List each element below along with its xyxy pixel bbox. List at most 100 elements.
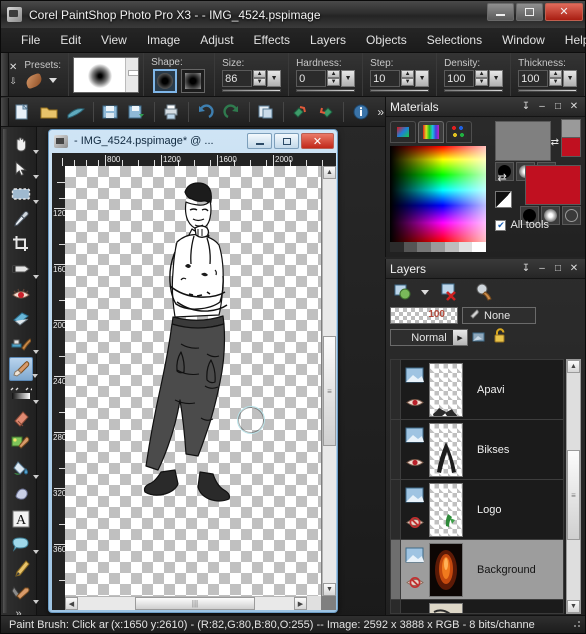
- layers-minimize-icon[interactable]: –: [535, 262, 549, 276]
- options-drag-grip[interactable]: [1, 53, 9, 96]
- straighten-flyout-icon[interactable]: [33, 275, 39, 279]
- menu-image[interactable]: Image: [137, 30, 190, 50]
- redo-button[interactable]: [220, 100, 245, 124]
- size-up-icon[interactable]: ▲: [253, 70, 267, 78]
- layer-visibility-icon[interactable]: [405, 456, 425, 472]
- document-minimize-button[interactable]: [247, 133, 272, 149]
- layer-visibility-icon[interactable]: [405, 396, 425, 412]
- duplicate-button[interactable]: [254, 100, 279, 124]
- hardness-slider-popup-icon[interactable]: ▼: [341, 69, 356, 87]
- minimize-button[interactable]: [487, 3, 514, 21]
- materials-minimize-icon[interactable]: –: [535, 100, 549, 114]
- save-button[interactable]: [98, 100, 123, 124]
- document-maximize-button[interactable]: [274, 133, 299, 149]
- table-row[interactable]: [391, 600, 563, 613]
- step-spinner[interactable]: ▲ ▼: [401, 70, 415, 86]
- hardness-up-icon[interactable]: ▲: [327, 70, 341, 78]
- options-close-icon[interactable]: ✕: [9, 62, 17, 73]
- selection-flyout-icon[interactable]: [33, 200, 39, 204]
- image-info-button[interactable]: [348, 100, 373, 124]
- layer-scroll-thumb[interactable]: ≡: [567, 450, 580, 540]
- gradient-flyout-icon[interactable]: [33, 400, 39, 404]
- scroll-up-button[interactable]: ▲: [323, 166, 336, 179]
- shape-round-button[interactable]: [153, 68, 178, 93]
- vertical-scroll-thumb[interactable]: ≡: [323, 336, 336, 446]
- menu-file[interactable]: File: [11, 30, 50, 50]
- pan-flyout-icon[interactable]: [33, 150, 39, 154]
- delete-layer-button[interactable]: [437, 281, 463, 303]
- close-button[interactable]: ✕: [545, 3, 583, 21]
- layer-blend-mode-select[interactable]: Normal ▶: [390, 329, 468, 346]
- save-as-button[interactable]: [125, 100, 150, 124]
- density-up-icon[interactable]: ▲: [475, 70, 489, 78]
- print-button[interactable]: [159, 100, 184, 124]
- layer-list[interactable]: Apavi Bikses Logo Background: [390, 359, 564, 614]
- menu-window[interactable]: Window: [492, 30, 555, 50]
- color-picker-wheel[interactable]: [390, 146, 486, 242]
- presets-chevron-down-icon[interactable]: [49, 78, 58, 83]
- clone-tool[interactable]: [9, 332, 39, 356]
- smudge-tool[interactable]: [9, 482, 33, 506]
- size-input[interactable]: 86: [222, 69, 253, 87]
- new-layer-chevron-down-icon[interactable]: [421, 289, 429, 295]
- paint-brush-flyout-icon[interactable]: [32, 374, 38, 378]
- background-mini-swatch[interactable]: [561, 137, 581, 157]
- undo-button[interactable]: [193, 100, 218, 124]
- hardness-down-icon[interactable]: ▼: [327, 78, 341, 86]
- makeover-tool[interactable]: [9, 307, 33, 331]
- menu-effects[interactable]: Effects: [244, 30, 300, 50]
- density-spinner[interactable]: ▲ ▼: [475, 70, 489, 86]
- step-up-icon[interactable]: ▲: [401, 70, 415, 78]
- size-slider-popup-icon[interactable]: ▼: [267, 69, 282, 87]
- flood-fill-flyout-icon[interactable]: [33, 475, 39, 479]
- layer-blend-range-button[interactable]: None: [462, 307, 536, 324]
- size-down-icon[interactable]: ▼: [253, 78, 267, 86]
- standard-toolbar-grip[interactable]: [1, 97, 9, 126]
- preset-shape-tool[interactable]: [9, 532, 39, 556]
- straighten-tool[interactable]: [9, 257, 39, 281]
- picture-tube-tool[interactable]: [9, 432, 33, 456]
- materials-tab-frame[interactable]: [390, 121, 416, 143]
- maximize-button[interactable]: [516, 3, 543, 21]
- materials-maximize-icon[interactable]: □: [551, 100, 565, 114]
- menu-help[interactable]: Help: [555, 30, 586, 50]
- tools-toolbar-grip[interactable]: [3, 129, 8, 613]
- layers-pin-icon[interactable]: ↧: [519, 262, 533, 276]
- blend-mode-chevron-icon[interactable]: ▶: [453, 330, 467, 345]
- scroll-right-button[interactable]: ▶: [294, 597, 307, 610]
- materials-tab-swatches[interactable]: [446, 121, 472, 143]
- density-slider[interactable]: [444, 88, 504, 92]
- crop-tool[interactable]: [9, 232, 33, 256]
- menu-view[interactable]: View: [91, 30, 137, 50]
- pick-tool[interactable]: [9, 157, 39, 181]
- warp-brush-flyout-icon[interactable]: [33, 600, 39, 604]
- clone-flyout-icon[interactable]: [33, 350, 39, 354]
- materials-pin-icon[interactable]: ↧: [519, 100, 533, 114]
- size-slider[interactable]: [222, 88, 282, 92]
- layer-properties-button[interactable]: [471, 281, 497, 303]
- status-resize-grip[interactable]: [570, 619, 582, 631]
- background-pattern-style-icon[interactable]: [562, 206, 581, 225]
- all-tools-checkbox[interactable]: ✔: [495, 219, 507, 231]
- gradient-tool[interactable]: [9, 382, 39, 406]
- image-canvas[interactable]: [65, 166, 321, 596]
- thickness-up-icon[interactable]: ▲: [549, 70, 563, 78]
- menu-edit[interactable]: Edit: [50, 30, 91, 50]
- paste-button[interactable]: [314, 100, 339, 124]
- thickness-down-icon[interactable]: ▼: [549, 78, 563, 86]
- resize-grip[interactable]: [307, 596, 321, 610]
- materials-close-icon[interactable]: ✕: [567, 100, 581, 114]
- menu-adjust[interactable]: Adjust: [190, 30, 243, 50]
- swap-materials-icon[interactable]: ⇄: [497, 171, 506, 184]
- step-slider[interactable]: [370, 88, 430, 92]
- black-white-reset-icon[interactable]: [495, 191, 513, 208]
- canvas-vertical-scrollbar[interactable]: ▲ ≡ ▼: [322, 166, 336, 596]
- horizontal-scroll-thumb[interactable]: |||: [135, 597, 255, 610]
- hardness-input[interactable]: 0: [296, 69, 327, 87]
- shape-square-button[interactable]: [181, 68, 206, 93]
- layer-visibility-off-icon[interactable]: [405, 516, 425, 532]
- brush-tip-preview[interactable]: [73, 56, 140, 93]
- thickness-slider-popup-icon[interactable]: ▼: [563, 69, 578, 87]
- scroll-left-button[interactable]: ◀: [65, 597, 78, 610]
- layer-scroll-up-button[interactable]: ▲: [567, 360, 580, 373]
